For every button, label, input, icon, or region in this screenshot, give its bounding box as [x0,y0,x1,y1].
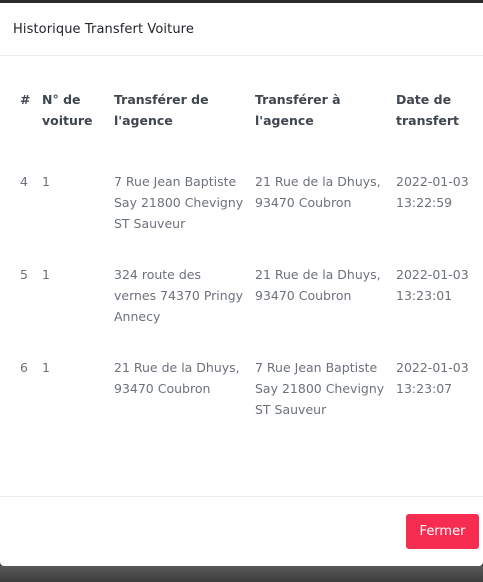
cell-from: 324 route des vernes 74370 Pringy Annecy [114,267,244,324]
column-header-to: Transférer à l'agence [255,92,341,128]
cell-from: 7 Rue Jean Baptiste Say 21800 Chevigny S… [114,174,244,231]
cell-to: 21 Rue de la Dhuys, 93470 Coubron [255,267,381,303]
close-button[interactable]: Fermer [406,514,479,549]
column-header-date: Date de transfert [396,92,459,128]
cell-id: 5 [20,267,28,282]
table-row: 4 1 7 Rue Jean Baptiste Say 21800 Chevig… [12,171,476,264]
transfer-table: # N° de voiture Transférer de l'agence T… [12,85,476,420]
modal-body: # N° de voiture Transférer de l'agence T… [0,56,483,497]
backdrop-bottom [0,566,483,582]
cell-car: 1 [42,360,50,375]
column-header-from: Transférer de l'agence [114,92,209,128]
cell-car: 1 [42,174,50,189]
column-header-id: # [20,92,31,107]
cell-date: 2022-01-03 13:23:07 [396,360,469,396]
modal-header: Historique Transfert Voiture [0,3,483,56]
cell-to: 7 Rue Jean Baptiste Say 21800 Chevigny S… [255,360,385,417]
cell-date: 2022-01-03 13:22:59 [396,174,469,210]
modal-footer: Fermer [0,497,483,566]
cell-id: 4 [20,174,28,189]
transfer-history-modal: Historique Transfert Voiture # N° de voi… [0,3,483,566]
table-row: 5 1 324 route des vernes 74370 Pringy An… [12,264,476,357]
column-header-car: N° de voiture [42,92,93,128]
cell-id: 6 [20,360,28,375]
cell-date: 2022-01-03 13:23:01 [396,267,469,303]
modal-title: Historique Transfert Voiture [13,21,194,37]
table-header-row: # N° de voiture Transférer de l'agence T… [12,85,476,171]
cell-from: 21 Rue de la Dhuys, 93470 Coubron [114,360,240,396]
cell-car: 1 [42,267,50,282]
cell-to: 21 Rue de la Dhuys, 93470 Coubron [255,174,381,210]
table-row: 6 1 21 Rue de la Dhuys, 93470 Coubron 7 … [12,357,476,420]
